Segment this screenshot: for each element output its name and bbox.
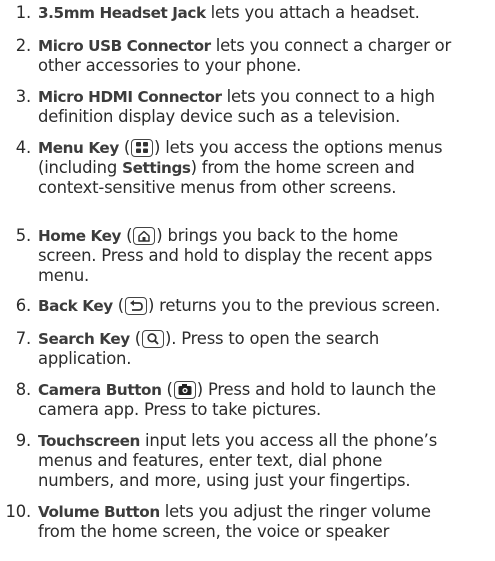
item-text: ) returns you to the previous screen. [147, 296, 441, 315]
item-text: application. [38, 349, 132, 368]
menu-key-icon [131, 139, 154, 157]
item-term: Search Key [38, 330, 130, 348]
item-number: 1. [15, 3, 31, 22]
item-text: lets you connect to a high [221, 87, 435, 106]
item-text: lets you connect a charger or [210, 36, 452, 55]
item-text: ) lets you access the options menus [154, 138, 443, 157]
back-key-icon [124, 297, 147, 315]
item-number: 6. [15, 296, 31, 315]
item-term: Micro HDMI Connector [38, 88, 222, 106]
item-number: 10. [5, 502, 32, 521]
item-term: 3.5mm Headset Jack [38, 4, 206, 22]
item-text: lets you attach a headset. [205, 3, 420, 22]
item-number: 3. [15, 87, 31, 106]
item-term: Menu Key [38, 139, 119, 157]
item-text: numbers, and more, using just your finge… [38, 471, 411, 490]
item-text: input lets you access all the phone’s [139, 431, 438, 450]
item-number: 5. [15, 226, 31, 245]
item-text: context-sensitive menus from other scree… [38, 178, 397, 197]
item-text: screen. Press and hold to display the re… [38, 246, 433, 265]
manual-page: 1. 3.5mm Headset Jack lets you attach a … [0, 0, 495, 561]
item-text: definition display device such as a tele… [38, 107, 401, 126]
home-key-icon [133, 227, 156, 245]
item-term: Back Key [38, 297, 113, 315]
item-text: ) Press and hold to launch the [196, 380, 436, 399]
item-number: 4. [15, 138, 31, 157]
item-text: camera app. Press to take pictures. [38, 400, 322, 419]
item-text: ). Press to open the search [165, 329, 380, 348]
item-number: 2. [15, 36, 31, 55]
item-number: 8. [15, 380, 31, 399]
item-text: from the home screen, the voice or speak… [38, 522, 390, 541]
settings-term: Settings [122, 159, 191, 177]
item-text: menu. [38, 266, 90, 285]
item-number: 9. [15, 431, 31, 450]
item-term: Micro USB Connector [38, 37, 211, 55]
item-text: lets you adjust the ringer volume [159, 502, 431, 521]
item-term: Volume Button [38, 503, 160, 521]
item-term: Home Key [38, 227, 122, 245]
item-number: 7. [15, 329, 31, 348]
item-text: other accessories to your phone. [38, 56, 302, 75]
search-key-icon [142, 330, 165, 348]
camera-button-icon [173, 381, 196, 399]
item-term: Camera Button [38, 381, 162, 399]
item-text: ) brings you back to the home [156, 226, 399, 245]
item-term: Touchscreen [38, 432, 140, 450]
item-text: menus and features, enter text, dial pho… [38, 451, 383, 470]
